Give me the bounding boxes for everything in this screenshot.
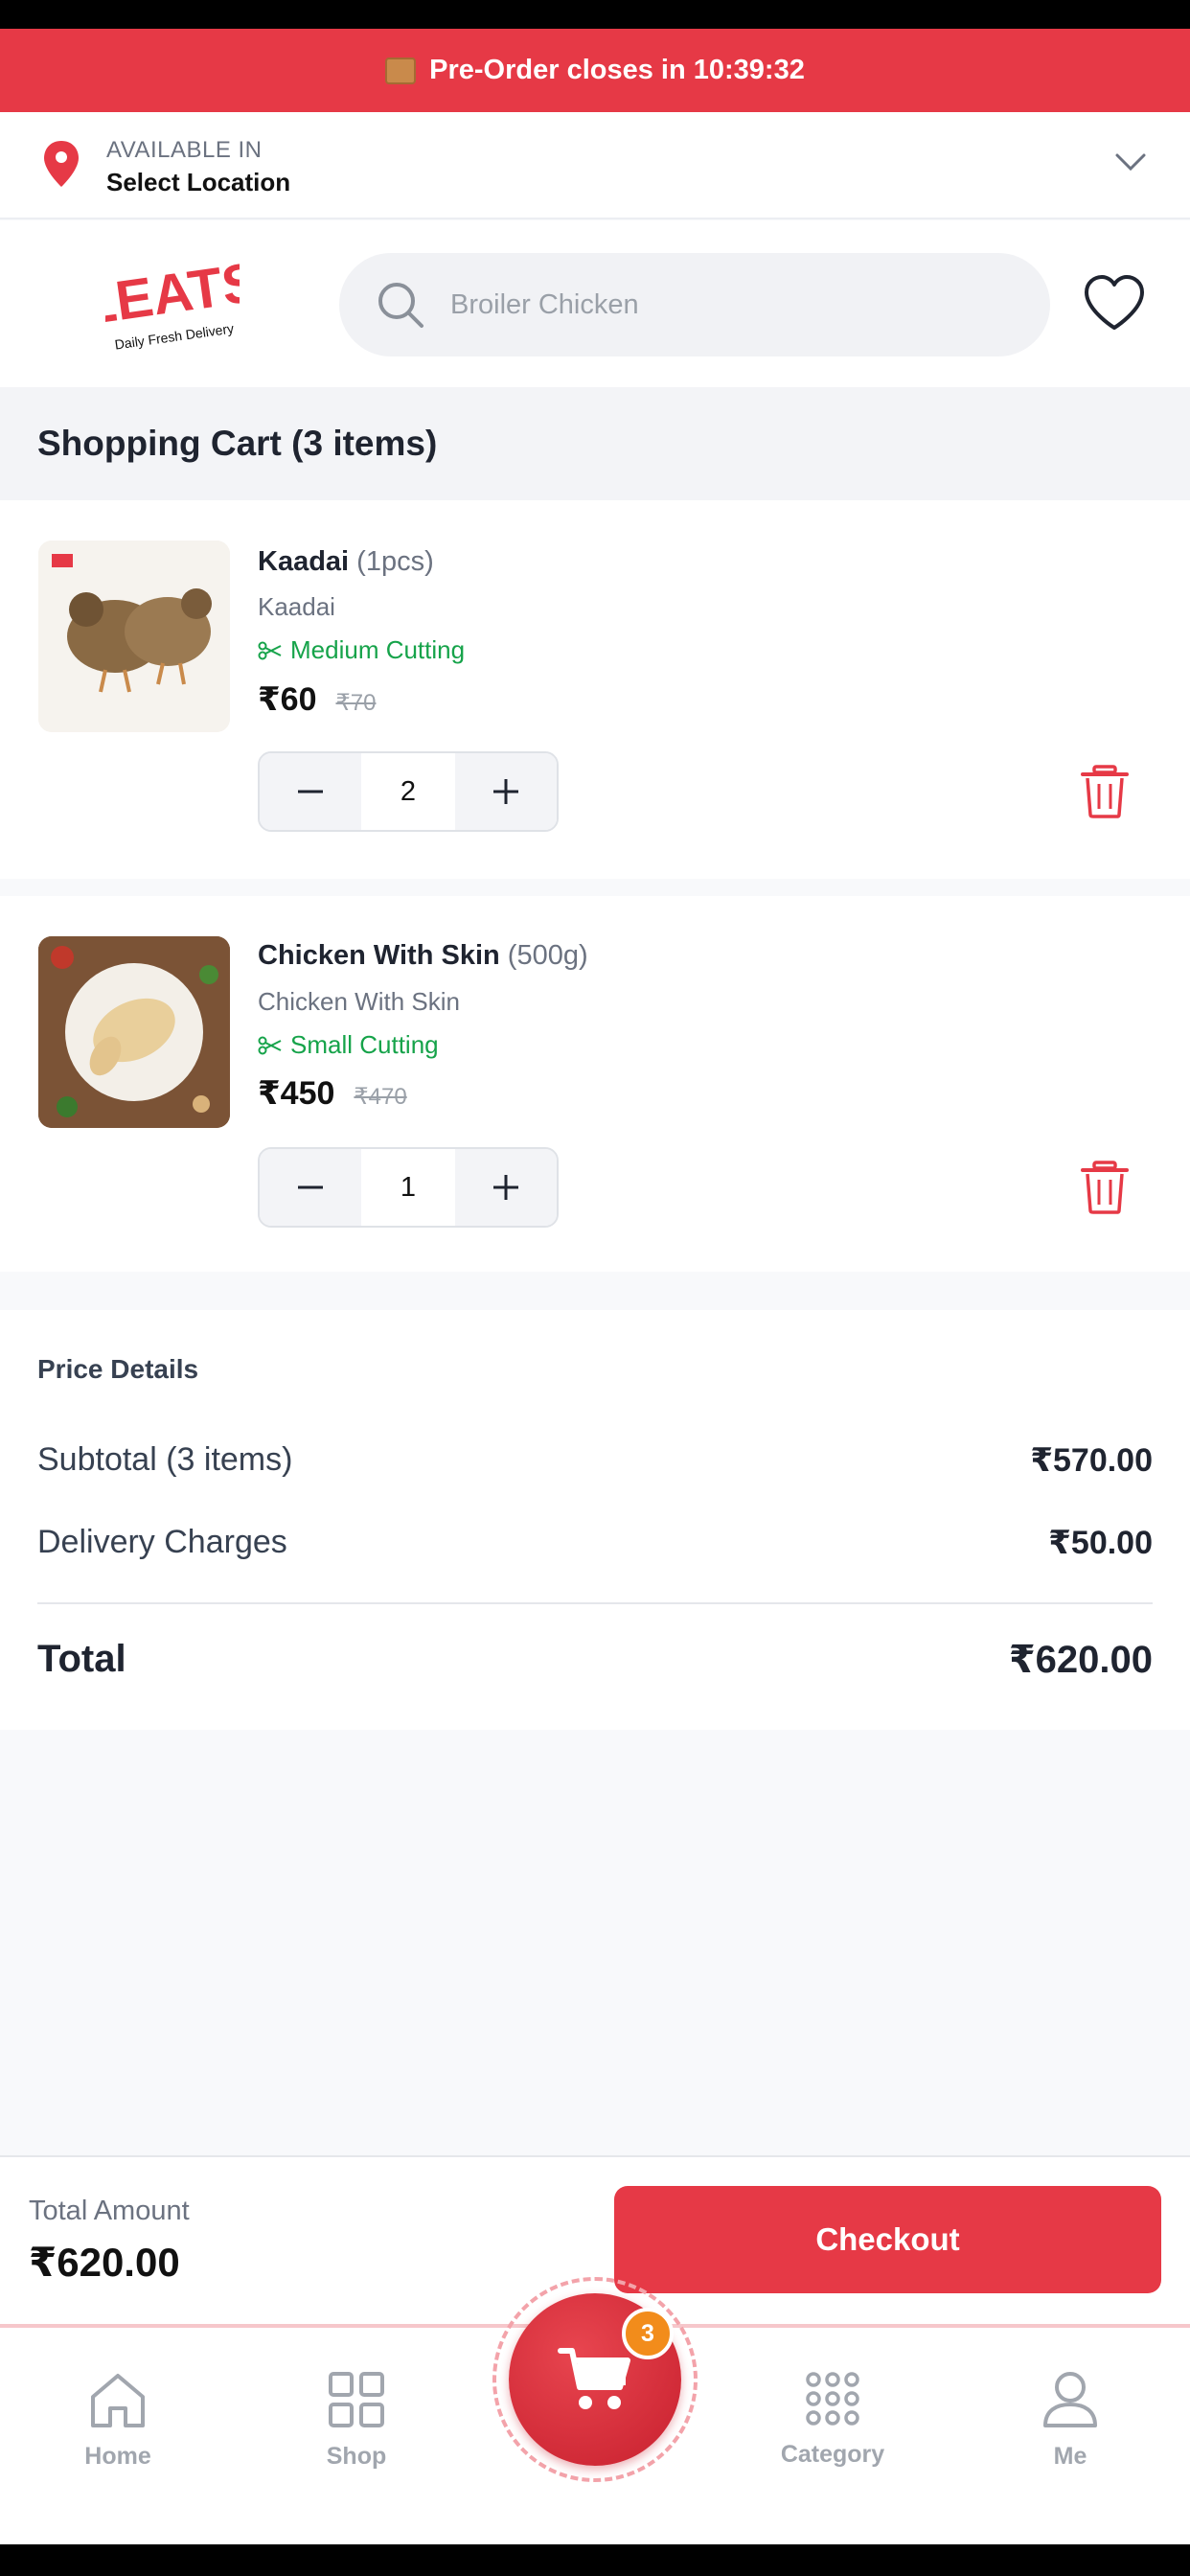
nav-home[interactable]: Home bbox=[41, 2328, 195, 2519]
scissors-icon bbox=[258, 1036, 282, 1054]
home-icon bbox=[91, 2374, 145, 2427]
nav-me-label: Me bbox=[1053, 2443, 1087, 2470]
item-subtitle: Chicken With Skin bbox=[258, 987, 460, 1016]
item-pack: (500g) bbox=[507, 940, 588, 971]
decrement-button[interactable] bbox=[260, 753, 361, 830]
location-label: AVAILABLE IN bbox=[106, 137, 263, 163]
price-details: Price Details Subtotal (3 items) ₹570.00… bbox=[0, 1310, 1190, 1730]
search-icon bbox=[378, 283, 423, 328]
item-price: ₹450 bbox=[258, 1075, 335, 1112]
quail-image bbox=[38, 540, 230, 732]
minus-icon bbox=[298, 790, 323, 794]
quantity-value: 2 bbox=[400, 775, 417, 807]
item-pack: (1pcs) bbox=[356, 546, 434, 577]
preorder-banner: Pre-Order closes in 10:39:32 bbox=[0, 29, 1190, 112]
divider bbox=[37, 1602, 1153, 1604]
location-value: Select Location bbox=[106, 168, 291, 196]
item-name: Chicken With Skin (500g) bbox=[258, 940, 588, 972]
item-cutting: Medium Cutting bbox=[258, 635, 465, 665]
increment-button[interactable] bbox=[455, 753, 557, 830]
header: LEATS Daily Fresh Delivery Broiler Chick… bbox=[0, 220, 1190, 387]
subtotal-value: ₹570.00 bbox=[1030, 1442, 1153, 1479]
quantity-value: 1 bbox=[400, 1171, 417, 1203]
chicken-image bbox=[38, 936, 230, 1128]
product-image[interactable] bbox=[38, 540, 230, 732]
total-value: ₹620.00 bbox=[1008, 1639, 1153, 1681]
user-icon bbox=[1043, 2372, 1097, 2427]
quantity-stepper: 2 bbox=[258, 751, 559, 832]
nav-shop-label: Shop bbox=[326, 2443, 387, 2470]
item-name: Kaadai (1pcs) bbox=[258, 546, 434, 578]
heart-icon[interactable] bbox=[1083, 274, 1146, 332]
grid-icon bbox=[329, 2372, 384, 2427]
checkout-button[interactable]: Checkout bbox=[614, 2186, 1161, 2293]
item-subtitle: Kaadai bbox=[258, 592, 335, 621]
plus-icon bbox=[493, 779, 518, 804]
item-cutting: Small Cutting bbox=[258, 1030, 439, 1060]
nav-category[interactable]: Category bbox=[756, 2328, 909, 2519]
total-amount-value: ₹620.00 bbox=[29, 2240, 180, 2285]
preorder-text: Pre-Order closes in 10:39:32 bbox=[429, 55, 805, 85]
plus-icon bbox=[493, 1175, 518, 1200]
item-price-row: ₹60 ₹70 bbox=[258, 680, 376, 719]
total-label: Total bbox=[37, 1638, 126, 1680]
cart-count-badge: 3 bbox=[622, 2308, 674, 2359]
quantity-stepper: 1 bbox=[258, 1147, 559, 1228]
subtotal-label: Subtotal (3 items) bbox=[37, 1441, 293, 1478]
nav-category-label: Category bbox=[780, 2441, 885, 2468]
cutting-label: Small Cutting bbox=[290, 1030, 439, 1059]
cart-title-bar: Shopping Cart (3 items) bbox=[0, 387, 1190, 500]
delete-icon[interactable] bbox=[1081, 1161, 1129, 1214]
item-title: Chicken With Skin bbox=[258, 940, 500, 971]
item-mrp: ₹470 bbox=[354, 1084, 407, 1110]
package-icon bbox=[385, 57, 417, 84]
item-price: ₹60 bbox=[258, 681, 317, 718]
nav-me[interactable]: Me bbox=[994, 2328, 1147, 2519]
item-title: Kaadai bbox=[258, 546, 350, 577]
location-selector[interactable]: AVAILABLE IN Select Location bbox=[0, 112, 1190, 219]
cutting-label: Medium Cutting bbox=[290, 635, 466, 664]
nav-home-label: Home bbox=[84, 2443, 151, 2470]
item-price-row: ₹450 ₹470 bbox=[258, 1074, 407, 1113]
delete-icon[interactable] bbox=[1081, 765, 1129, 818]
page-title: Shopping Cart (3 items) bbox=[37, 424, 438, 463]
nav-shop[interactable]: Shop bbox=[280, 2328, 433, 2519]
cart-item: Kaadai (1pcs) Kaadai Medium Cutting ₹60 ₹… bbox=[0, 500, 1190, 879]
product-image[interactable] bbox=[38, 936, 230, 1128]
cart-icon bbox=[558, 2348, 630, 2409]
delivery-label: Delivery Charges bbox=[37, 1524, 287, 1560]
price-details-title: Price Details bbox=[37, 1354, 199, 1384]
delivery-value: ₹50.00 bbox=[1048, 1525, 1153, 1561]
brand-logo[interactable]: LEATS Daily Fresh Delivery bbox=[105, 249, 240, 355]
cart-item: Chicken With Skin (500g) Chicken With Sk… bbox=[0, 896, 1190, 1272]
search-bar[interactable]: Broiler Chicken bbox=[339, 253, 1050, 356]
delivery-row: Delivery Charges ₹50.00 bbox=[37, 1524, 1153, 1562]
subtotal-row: Subtotal (3 items) ₹570.00 bbox=[37, 1441, 1153, 1480]
total-amount-label: Total Amount bbox=[29, 2196, 190, 2226]
total-row: Total ₹620.00 bbox=[37, 1638, 1153, 1682]
item-mrp: ₹70 bbox=[335, 690, 377, 716]
status-bar bbox=[0, 0, 1190, 29]
increment-button[interactable] bbox=[455, 1149, 557, 1226]
decrement-button[interactable] bbox=[260, 1149, 361, 1226]
system-nav-bar bbox=[0, 2544, 1190, 2576]
search-placeholder: Broiler Chicken bbox=[450, 289, 639, 320]
dots-grid-icon bbox=[806, 2372, 859, 2426]
chevron-down-icon[interactable] bbox=[1113, 150, 1148, 173]
minus-icon bbox=[298, 1185, 323, 1189]
scissors-icon bbox=[258, 641, 282, 659]
location-pin-icon bbox=[44, 141, 79, 187]
